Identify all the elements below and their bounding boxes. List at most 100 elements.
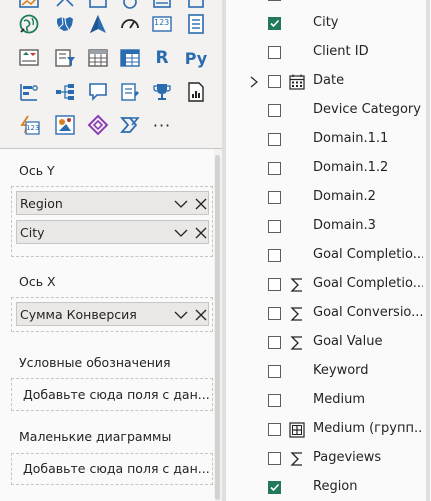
field-label: Medium (групп... <box>313 421 423 436</box>
field-row[interactable]: Medium <box>226 389 426 413</box>
python-visual-icon[interactable]: Py <box>184 46 208 70</box>
y-axis-well[interactable]: Region City <box>11 186 213 257</box>
close-icon[interactable] <box>193 307 209 323</box>
power-automate-icon[interactable] <box>53 113 77 137</box>
field-checkbox[interactable] <box>268 220 281 233</box>
globe-map-icon[interactable] <box>17 12 41 36</box>
visualizations-scrollbar-thumb[interactable] <box>215 155 220 500</box>
field-label: Pageviews <box>313 450 382 465</box>
field-row[interactable]: Device Category <box>226 99 426 123</box>
field-row[interactable]: City <box>226 12 426 36</box>
field-checkbox[interactable] <box>268 336 281 349</box>
field-checkbox[interactable] <box>268 46 281 59</box>
small-multiples-well[interactable]: Добавьте сюда поля с дан... <box>11 453 213 485</box>
field-checkbox[interactable] <box>268 423 281 436</box>
field-checkbox[interactable] <box>268 75 281 88</box>
metrics-icon[interactable] <box>150 80 174 104</box>
field-checkbox[interactable] <box>268 162 281 175</box>
python-glyph: Py <box>184 48 208 68</box>
field-row[interactable]: Goal Value <box>226 331 426 355</box>
power-apps-diamond-icon[interactable] <box>86 113 110 137</box>
key-influencers-icon[interactable] <box>17 80 41 104</box>
field-checkbox[interactable] <box>268 307 281 320</box>
y-axis-field-region[interactable]: Region <box>16 191 209 215</box>
field-checkbox[interactable] <box>268 481 281 494</box>
group-icon <box>289 422 305 438</box>
field-checkbox[interactable] <box>268 278 281 291</box>
legend-well[interactable]: Добавьте сюда поля с дан... <box>11 378 213 411</box>
field-label: Domain.2 <box>313 189 376 204</box>
field-checkbox[interactable] <box>268 0 281 1</box>
slicer-icon[interactable] <box>53 46 77 70</box>
sigma-icon <box>290 307 302 321</box>
close-icon[interactable] <box>193 196 209 212</box>
field-label: Goal Completio... <box>313 276 423 291</box>
field-row[interactable]: Pageviews <box>226 447 426 471</box>
field-row[interactable]: Goal Completio... <box>226 273 426 297</box>
field-label: Keyword <box>313 363 369 378</box>
field-wells: Ось Y Region City Ось X Сумма Конверсия <box>0 149 222 501</box>
fields-pane: Campaign City Client ID Date Device Category… <box>226 0 431 501</box>
card-glyph: 123 <box>154 18 170 27</box>
power-automate-flow-icon[interactable] <box>118 113 142 137</box>
visualizations-scrollbar[interactable] <box>214 149 222 501</box>
field-row[interactable]: Date <box>226 70 426 94</box>
r-visual-icon[interactable]: R <box>150 46 174 70</box>
field-label: Campaign <box>313 0 423 1</box>
field-row[interactable]: Medium (групп... <box>226 418 426 442</box>
close-icon[interactable] <box>193 225 209 241</box>
field-row[interactable]: Domain.3 <box>226 215 426 239</box>
field-checkbox[interactable] <box>268 133 281 146</box>
x-axis-well-label: Ось X <box>19 274 56 289</box>
y-axis-field-city[interactable]: City <box>16 220 209 244</box>
field-checkbox[interactable] <box>268 191 281 204</box>
kpi-icon[interactable] <box>17 46 41 70</box>
power-apps-glyph: 123 <box>26 124 40 132</box>
field-row[interactable]: Region <box>226 476 426 500</box>
field-row[interactable]: Goal Conversio... <box>226 302 426 326</box>
checkmark-icon <box>270 483 280 492</box>
decomposition-tree-icon[interactable] <box>53 80 77 104</box>
arcgis-map-icon[interactable] <box>86 12 110 36</box>
chevron-down-icon[interactable] <box>173 196 189 212</box>
card-icon[interactable]: 123 <box>150 12 174 36</box>
multi-row-card-icon[interactable] <box>184 12 208 36</box>
chevron-down-icon[interactable] <box>173 307 189 323</box>
field-row[interactable]: Keyword <box>226 360 426 384</box>
gauge-icon[interactable] <box>118 12 142 36</box>
paginated-report-icon[interactable] <box>184 80 208 104</box>
chevron-right-icon[interactable] <box>247 74 261 90</box>
field-checkbox[interactable] <box>268 17 281 30</box>
field-checkbox[interactable] <box>268 249 281 262</box>
x-axis-well[interactable]: Сумма Конверсия <box>11 297 213 332</box>
field-label: Medium <box>313 392 365 407</box>
field-checkbox[interactable] <box>268 452 281 465</box>
field-row[interactable]: Domain.1.2 <box>226 157 426 181</box>
matrix-icon[interactable] <box>118 46 142 70</box>
field-checkbox[interactable] <box>268 104 281 117</box>
x-axis-field-conversion[interactable]: Сумма Конверсия <box>16 302 209 326</box>
qa-icon[interactable] <box>86 80 110 104</box>
power-apps-icon[interactable]: 123 <box>17 113 41 137</box>
filled-map-icon[interactable] <box>53 12 77 36</box>
x-axis-field-conversion-label: Сумма Конверсия <box>20 307 137 322</box>
field-label: Region <box>313 479 358 494</box>
chevron-down-icon[interactable] <box>173 225 189 241</box>
field-row[interactable]: Client ID <box>226 41 426 65</box>
table-icon[interactable] <box>86 46 110 70</box>
field-label: Client ID <box>313 44 369 59</box>
fields-scrollbar[interactable] <box>425 0 431 501</box>
field-checkbox[interactable] <box>268 365 281 378</box>
visual-icon-grid: 123 R Py 123 ··· <box>0 0 222 148</box>
field-row[interactable]: Domain.1.1 <box>226 128 426 152</box>
fields-scrollbar-thumb[interactable] <box>426 0 430 501</box>
field-label: City <box>313 15 339 30</box>
field-row[interactable]: Domain.2 <box>226 186 426 210</box>
field-checkbox[interactable] <box>268 394 281 407</box>
field-row[interactable]: Goal Completio... <box>226 244 426 268</box>
more-visuals-icon[interactable]: ··· <box>150 113 174 137</box>
smart-narrative-icon[interactable] <box>118 80 142 104</box>
field-row[interactable]: Campaign <box>226 0 426 7</box>
checkmark-icon <box>270 19 280 28</box>
field-label: Domain.1.2 <box>313 160 389 175</box>
